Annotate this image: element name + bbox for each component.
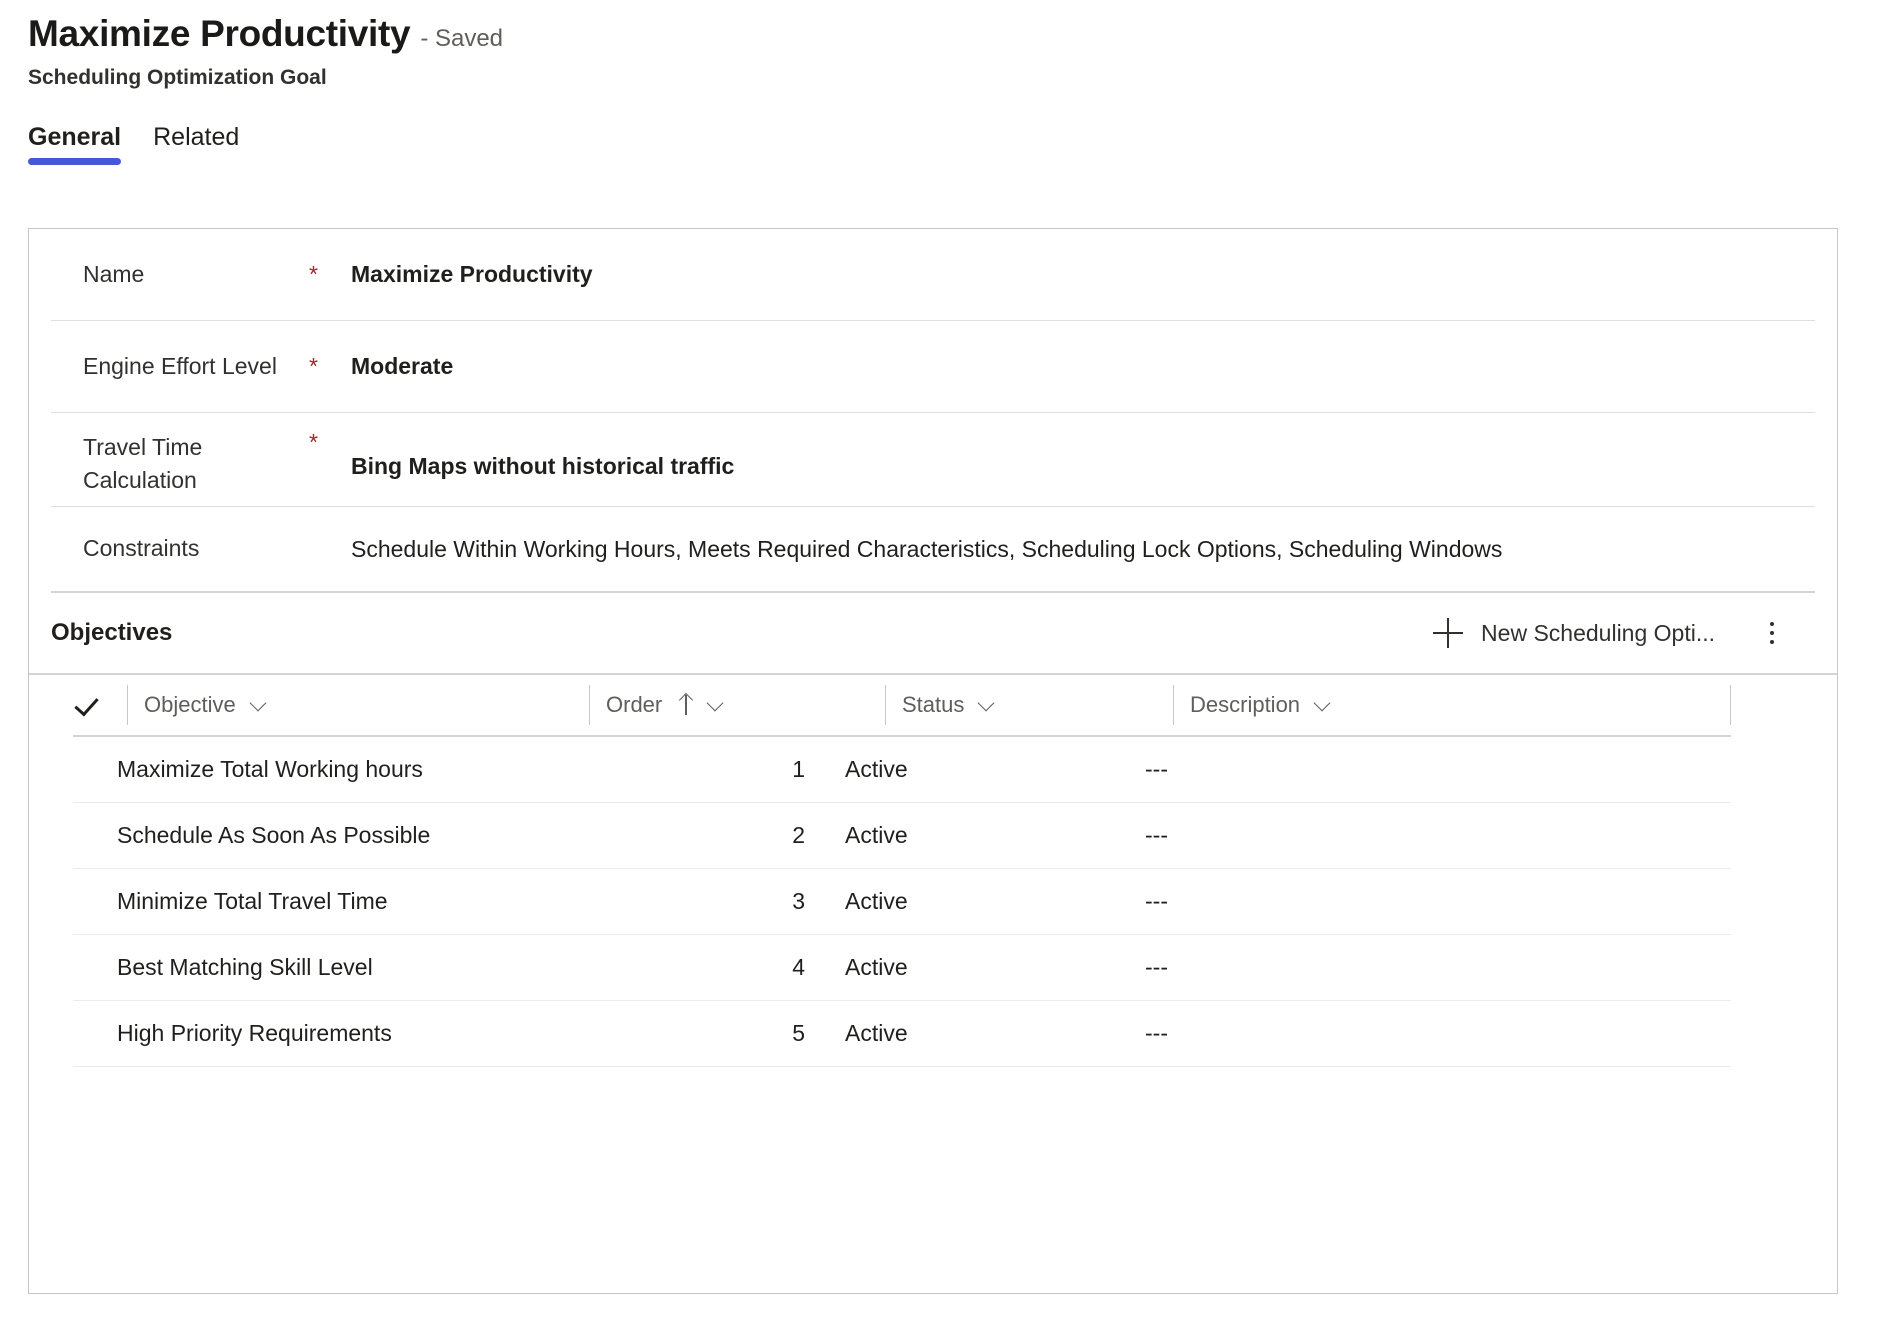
more-dot-3 [1770, 640, 1774, 644]
table-row[interactable]: Schedule As Soon As Possible 2 Active --… [73, 803, 1731, 869]
checkmark-icon [73, 692, 99, 718]
field-label-travel-time-calculation: Travel Time Calculation [51, 431, 309, 498]
tab-general[interactable]: General [28, 122, 122, 165]
required-asterisk-engine-effort-level: * [309, 353, 318, 379]
cell-status: Active [845, 822, 908, 848]
cell-status: Active [845, 1020, 908, 1046]
column-header-end-divider [1730, 685, 1731, 725]
field-list: Name * Maximize Productivity Engine Effo… [29, 229, 1837, 593]
column-header-status[interactable]: Status [885, 685, 1173, 725]
field-label-line-2: Calculation [83, 467, 197, 494]
tab-general-label: General [28, 122, 122, 151]
field-row-engine-effort-level[interactable]: Engine Effort Level * Moderate [51, 321, 1815, 413]
field-row-constraints[interactable]: Constraints Schedule Within Working Hour… [51, 507, 1815, 593]
page-title: Maximize Productivity [28, 13, 411, 54]
field-label-constraints: Constraints [83, 535, 200, 562]
select-all-checkbox[interactable] [73, 685, 127, 725]
cell-status: Active [845, 954, 908, 980]
tab-related-label: Related [153, 122, 240, 151]
cell-status: Active [845, 888, 908, 914]
chevron-down-icon [1315, 697, 1331, 713]
cell-order: 2 [792, 822, 805, 848]
field-value-constraints: Schedule Within Working Hours, Meets Req… [351, 535, 1503, 562]
cell-order: 4 [792, 954, 805, 980]
cell-order: 5 [792, 1020, 805, 1046]
more-vertical-icon[interactable] [1749, 610, 1795, 656]
table-row[interactable]: Best Matching Skill Level 4 Active --- [73, 935, 1731, 1001]
field-label-line-1: Travel Time [83, 434, 203, 460]
cell-order: 3 [792, 888, 805, 914]
ascending-arrow-icon [679, 694, 693, 716]
cell-description: --- [1145, 888, 1168, 914]
table-row[interactable]: Minimize Total Travel Time 3 Active --- [73, 869, 1731, 935]
cell-objective: Maximize Total Working hours [117, 756, 423, 782]
objectives-grid: Objective Order Status Description Maxim… [29, 675, 1837, 1067]
column-header-order[interactable]: Order [589, 685, 885, 725]
more-dot-2 [1770, 631, 1774, 635]
objectives-title: Objectives [51, 619, 173, 646]
field-value-engine-effort-level: Moderate [351, 353, 454, 379]
column-header-description[interactable]: Description [1173, 685, 1730, 725]
required-asterisk-travel-time-calculation: * [309, 429, 318, 455]
title-row: Maximize Productivity - Saved [28, 13, 1894, 55]
cell-objective: Best Matching Skill Level [117, 954, 373, 980]
required-asterisk-name: * [309, 261, 318, 287]
grid-body: Maximize Total Working hours 1 Active --… [73, 737, 1731, 1067]
tab-related[interactable]: Related [153, 123, 239, 165]
more-dot-1 [1770, 622, 1774, 626]
objectives-header: Objectives New Scheduling Opti... [29, 593, 1837, 675]
cell-description: --- [1145, 954, 1168, 980]
page-root: Maximize Productivity - Saved Scheduling… [0, 0, 1894, 1340]
page-header: Maximize Productivity - Saved Scheduling… [0, 0, 1894, 90]
new-scheduling-objective-button[interactable]: New Scheduling Opti... [1425, 612, 1723, 654]
cell-order: 1 [792, 756, 805, 782]
field-row-travel-time-calculation[interactable]: Travel Time Calculation * Bing Maps with… [51, 413, 1815, 507]
table-row[interactable]: Maximize Total Working hours 1 Active --… [73, 737, 1731, 803]
cell-status: Active [845, 756, 908, 782]
chevron-down-icon [708, 697, 724, 713]
form-card: Name * Maximize Productivity Engine Effo… [28, 228, 1838, 1294]
cell-description: --- [1145, 822, 1168, 848]
column-header-objective[interactable]: Objective [127, 685, 589, 725]
field-value-travel-time-calculation: Bing Maps without historical traffic [351, 453, 735, 479]
save-status-label: - Saved [420, 25, 504, 52]
new-scheduling-objective-label: New Scheduling Opti... [1481, 619, 1715, 646]
column-header-description-label: Description [1190, 692, 1301, 717]
tab-bar: General Related [28, 123, 1894, 165]
field-label-engine-effort-level: Engine Effort Level [83, 352, 277, 379]
chevron-down-icon [979, 697, 995, 713]
grid-header-row: Objective Order Status Description [73, 675, 1731, 737]
plus-icon [1433, 618, 1464, 648]
cell-objective: High Priority Requirements [117, 1020, 392, 1046]
cell-objective: Schedule As Soon As Possible [117, 822, 431, 848]
cell-description: --- [1145, 756, 1168, 782]
column-header-order-label: Order [606, 692, 663, 717]
table-row[interactable]: High Priority Requirements 5 Active --- [73, 1001, 1731, 1067]
column-header-objective-label: Objective [144, 692, 236, 717]
cell-objective: Minimize Total Travel Time [117, 888, 388, 914]
field-value-name: Maximize Productivity [351, 261, 593, 287]
chevron-down-icon [251, 697, 267, 713]
column-header-status-label: Status [902, 692, 965, 717]
field-label-name: Name [83, 260, 145, 287]
field-row-name[interactable]: Name * Maximize Productivity [51, 229, 1815, 321]
cell-description: --- [1145, 1020, 1168, 1046]
page-subtitle: Scheduling Optimization Goal [28, 65, 327, 89]
